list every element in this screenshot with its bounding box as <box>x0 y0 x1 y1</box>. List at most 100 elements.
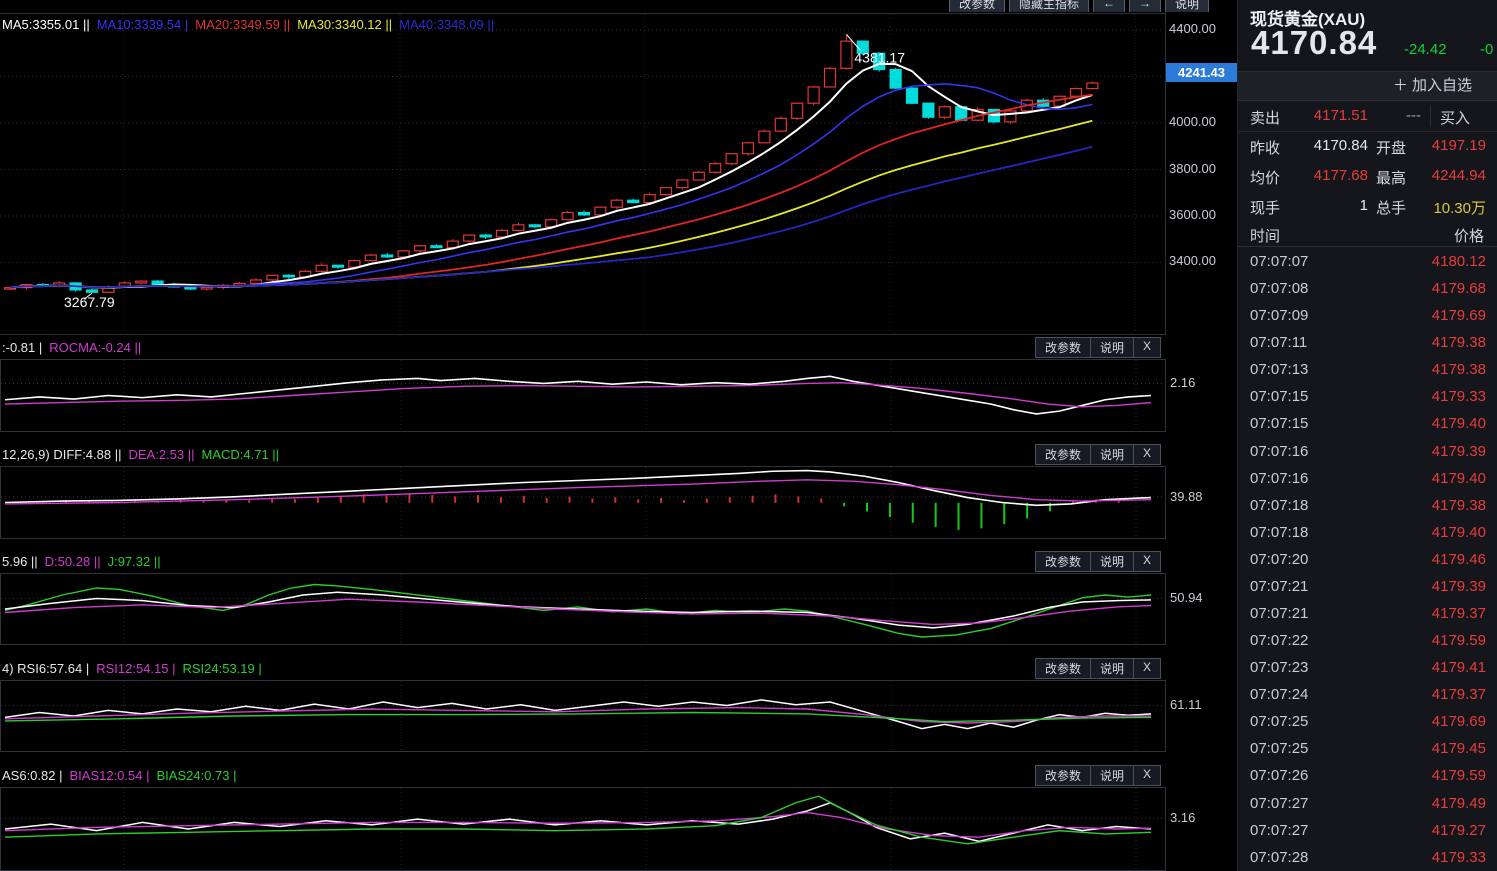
tick-price: 4180.12 <box>1432 253 1486 270</box>
tick-price: 4179.38 <box>1432 497 1486 514</box>
chart-area: 改参数隐藏主指标←→说明 MA5:3355.01 ||MA10:3339.54 … <box>0 0 1237 871</box>
toolbar-button-1[interactable]: 隐藏主指标 <box>1009 0 1089 12</box>
ma-label-0: MA5:3355.01 || <box>2 17 90 32</box>
toolbar-button-3[interactable]: → <box>1129 0 1161 12</box>
ma-label-3: MA30:3340.12 || <box>297 17 392 32</box>
tick-row: 07:07:114179.38 <box>1238 329 1497 356</box>
macd-close-indicator-button[interactable]: X <box>1133 444 1161 465</box>
price-axis: 4400.004000.003800.003600.003400.004241.… <box>1167 0 1237 340</box>
bias-header: AS6:0.82 |BIAS12:0.54 |BIAS24:0.73 |改参数说… <box>0 765 1166 786</box>
kdj-chart[interactable] <box>0 573 1166 645</box>
tick-price: 4179.59 <box>1432 767 1486 784</box>
kdj-header: 5.96 ||D:50.28 ||J:97.32 ||改参数说明X <box>0 551 1166 572</box>
roc-change-params-button[interactable]: 改参数 <box>1035 337 1091 358</box>
tick-row: 07:07:24 4179.37 <box>1238 681 1497 708</box>
sell-button[interactable]: 卖出 <box>1250 107 1280 128</box>
kdj-close-indicator-button[interactable]: X <box>1133 551 1161 572</box>
candlestick-svg: 4381.173267.79 <box>0 14 1164 334</box>
tick-row: 07:07:234179.41 <box>1238 654 1497 681</box>
roc-close-indicator-button[interactable]: X <box>1133 337 1161 358</box>
bias-label-0: AS6:0.82 | <box>2 768 62 783</box>
tick-time: 07:07:15 <box>1250 388 1308 405</box>
bias-change-params-button[interactable]: 改参数 <box>1035 765 1091 786</box>
toolbar-button-2[interactable]: ← <box>1093 0 1125 12</box>
tick-row: 07:07:164179.39 <box>1238 438 1497 465</box>
tick-row: 07:07:274179.49 <box>1238 790 1497 817</box>
tick-price: 4179.39 <box>1432 578 1486 595</box>
roc-chart[interactable] <box>0 359 1166 432</box>
roc-help-button[interactable]: 说明 <box>1090 337 1134 358</box>
tick-time: 07:07:16 <box>1250 443 1308 460</box>
tick-row: 07:07:154179.33 <box>1238 383 1497 410</box>
price-change: -24.42 <box>1404 41 1447 58</box>
tick-row: 07:07:164179.40 <box>1238 465 1497 492</box>
buy-button[interactable]: 买入 <box>1440 107 1470 128</box>
bias-close-indicator-button[interactable]: X <box>1133 765 1161 786</box>
spread-dashes: --- <box>1406 107 1421 124</box>
kdj-change-params-button[interactable]: 改参数 <box>1035 551 1091 572</box>
cur-vol-value: 1 <box>1288 197 1368 214</box>
rsi-right-value: 61.11 <box>1170 697 1202 712</box>
axis-label-4000.00: 4000.00 <box>1169 114 1216 129</box>
tick-price: 4179.37 <box>1432 605 1486 622</box>
rsi-header: 4) RSI6:57.64 |RSI12:54.15 |RSI24:53.19 … <box>0 658 1166 679</box>
current-price-tag: 4241.43 <box>1166 63 1237 82</box>
tick-row: 07:07:204179.46 <box>1238 546 1497 573</box>
tick-table-header: 时间 价格 <box>1238 221 1497 247</box>
tick-time: 07:07:08 <box>1250 280 1308 297</box>
toolbar-button-4[interactable]: 说明 <box>1165 0 1209 12</box>
prev-close-value: 4170.84 <box>1288 137 1368 154</box>
rsi-help-button[interactable]: 说明 <box>1090 658 1134 679</box>
add-watchlist-button[interactable]: ＋ 加入自选 <box>1238 71 1497 101</box>
toolbar-button-0[interactable]: 改参数 <box>949 0 1005 12</box>
bias-chart[interactable] <box>0 787 1166 871</box>
tick-time: 07:07:24 <box>1250 686 1308 703</box>
axis-label-3400.00: 3400.00 <box>1169 253 1216 268</box>
bias-help-button[interactable]: 说明 <box>1090 765 1134 786</box>
tick-price: 4179.37 <box>1432 686 1486 703</box>
main-candlestick-chart[interactable]: 4381.173267.79 <box>0 13 1166 335</box>
kdj-help-button[interactable]: 说明 <box>1090 551 1134 572</box>
rsi-label-0: 4) RSI6:57.64 | <box>2 661 89 676</box>
ma-values-bar: MA5:3355.01 ||MA10:3339.54 |MA20:3349.59… <box>2 17 501 32</box>
macd-change-params-button[interactable]: 改参数 <box>1035 444 1091 465</box>
time-column-header: 时间 <box>1250 225 1280 246</box>
avg-label: 均价 <box>1250 167 1280 188</box>
tick-row: 07:07:284179.33 <box>1238 844 1497 871</box>
bid-ask-row: 卖出 4171.51 --- 买入 <box>1238 101 1497 132</box>
roc-label-0: :-0.81 | <box>2 340 42 355</box>
svg-text:4381.17: 4381.17 <box>854 49 905 65</box>
rsi-change-params-button[interactable]: 改参数 <box>1035 658 1091 679</box>
tick-price: 4179.68 <box>1432 280 1486 297</box>
tick-time: 07:07:15 <box>1250 415 1308 432</box>
macd-help-button[interactable]: 说明 <box>1090 444 1134 465</box>
tick-price: 4179.69 <box>1432 713 1486 730</box>
tick-time: 07:07:22 <box>1250 632 1308 649</box>
tick-price: 4179.38 <box>1432 334 1486 351</box>
tick-time: 07:07:25 <box>1250 740 1308 757</box>
rsi-chart[interactable] <box>0 680 1166 752</box>
avg-value: 4177.68 <box>1288 167 1368 184</box>
rsi-label-2: RSI24:53.19 | <box>182 661 261 676</box>
trading-terminal: { "colors":{"up_red":"#e23535","down_cya… <box>0 0 1497 871</box>
price-change-pct: -0 <box>1480 41 1493 58</box>
macd-label-2: MACD:4.71 || <box>202 447 280 462</box>
roc-label-1: ROCMA:-0.24 || <box>49 340 141 355</box>
tick-row: 07:07:184179.40 <box>1238 519 1497 546</box>
axis-label-4400.00: 4400.00 <box>1169 21 1216 36</box>
tick-time: 07:07:26 <box>1250 767 1308 784</box>
high-value: 4244.94 <box>1406 167 1486 184</box>
tick-row: 07:07:08 4179.68 <box>1238 275 1497 302</box>
bias-right-value: 3.16 <box>1170 810 1195 825</box>
tick-price: 4179.46 <box>1432 551 1486 568</box>
rsi-close-indicator-button[interactable]: X <box>1133 658 1161 679</box>
total-vol-value: 10.30万 <box>1406 197 1486 218</box>
sell-price: 4171.51 <box>1288 107 1368 124</box>
cur-vol-label: 现手 <box>1250 197 1280 218</box>
tick-time: 07:07:27 <box>1250 795 1308 812</box>
info-row-1: 昨收 4170.84 开盘 4197.19 <box>1238 131 1497 161</box>
macd-label-0: 12,26,9) DIFF:4.88 || <box>2 447 121 462</box>
tick-row: 07:07:254179.45 <box>1238 735 1497 762</box>
macd-chart[interactable] <box>0 466 1166 539</box>
tick-table[interactable]: 07:07:074180.1207:07:084179.6807:07:0941… <box>1238 248 1497 871</box>
